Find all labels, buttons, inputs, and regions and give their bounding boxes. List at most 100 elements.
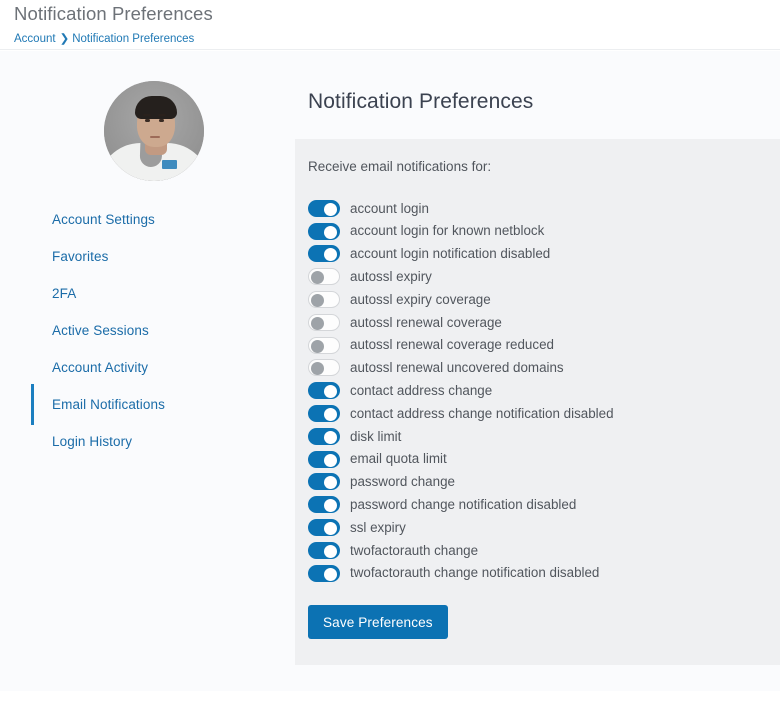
toggle-label: twofactorauth change notification disabl…: [350, 565, 600, 581]
avatar-hair: [135, 96, 177, 119]
sidebar-item-label: Account Activity: [52, 360, 149, 375]
toggle-label: contact address change: [350, 383, 493, 399]
sidebar-nav-list: Account Settings Favorites 2FA Active Se…: [0, 201, 294, 460]
sidebar-item-account-activity[interactable]: Account Activity: [0, 349, 294, 386]
notification-toggle-row[interactable]: password change notification disabled: [308, 493, 780, 516]
toggle-switch[interactable]: [308, 199, 340, 217]
save-preferences-button[interactable]: Save Preferences: [308, 605, 448, 639]
toggle-label: account login for known netblock: [350, 223, 545, 239]
notification-toggle-row[interactable]: autossl renewal uncovered domains: [308, 357, 780, 380]
notification-toggle-list: account login account login for known net…: [308, 197, 780, 585]
toggle-switch[interactable]: [308, 336, 340, 354]
sidebar-item-label: 2FA: [52, 286, 77, 301]
toggle-label: account login notification disabled: [350, 246, 551, 262]
sidebar-item-login-history[interactable]: Login History: [0, 423, 294, 460]
toggle-label: disk limit: [350, 428, 402, 444]
toggle-switch[interactable]: [308, 313, 340, 331]
sidebar: Account Settings Favorites 2FA Active Se…: [0, 51, 294, 691]
toggle-knob: [324, 499, 337, 513]
main-panel-column: Notification Preferences Receive email n…: [294, 51, 780, 691]
toggle-switch[interactable]: [308, 291, 340, 309]
breadcrumb-link-account[interactable]: Account: [14, 33, 56, 45]
toggle-switch[interactable]: [308, 222, 340, 240]
toggle-switch[interactable]: [308, 427, 340, 445]
toggle-knob: [324, 248, 337, 262]
toggle-label: ssl expiry: [350, 519, 406, 535]
notification-toggle-row[interactable]: autossl expiry coverage: [308, 288, 780, 311]
toggle-label: autossl expiry: [350, 269, 432, 285]
toggle-label: password change: [350, 474, 455, 490]
breadcrumb-separator-icon: ❯: [59, 33, 70, 45]
avatar-shirt-logo: [162, 160, 177, 169]
notification-toggle-row[interactable]: twofactorauth change: [308, 539, 780, 562]
toggle-label: autossl expiry coverage: [350, 291, 491, 307]
toggle-knob: [324, 430, 337, 444]
breadcrumb-current: Notification Preferences: [72, 33, 195, 45]
notification-preferences-panel: Receive email notifications for: account…: [295, 139, 780, 665]
sidebar-item-active-sessions[interactable]: Active Sessions: [0, 312, 294, 349]
toggle-switch[interactable]: [308, 359, 340, 377]
toggle-knob: [324, 202, 337, 216]
notification-toggle-row[interactable]: email quota limit: [308, 448, 780, 471]
notification-toggle-row[interactable]: contact address change: [308, 379, 780, 402]
toggle-label: account login: [350, 200, 429, 216]
toggle-switch[interactable]: [308, 405, 340, 423]
sidebar-item-label: Account Settings: [52, 212, 155, 227]
toggle-label: autossl renewal coverage reduced: [350, 337, 554, 353]
breadcrumb: Account ❯ Notification Preferences: [14, 31, 194, 45]
toggle-knob: [311, 362, 324, 376]
toggle-switch[interactable]: [308, 496, 340, 514]
toggle-switch[interactable]: [308, 564, 340, 582]
toggle-label: autossl renewal uncovered domains: [350, 360, 564, 376]
sidebar-item-2fa[interactable]: 2FA: [0, 275, 294, 312]
toggle-switch[interactable]: [308, 519, 340, 537]
toggle-knob: [311, 339, 324, 353]
content-area: Account Settings Favorites 2FA Active Se…: [0, 51, 780, 691]
toggle-label: twofactorauth change: [350, 542, 479, 558]
sidebar-item-label: Active Sessions: [52, 323, 149, 338]
sidebar-item-label: Email Notifications: [52, 397, 165, 412]
notification-toggle-row[interactable]: account login: [308, 197, 780, 220]
notification-toggle-row[interactable]: account login notification disabled: [308, 243, 780, 266]
toggle-switch[interactable]: [308, 450, 340, 468]
notification-toggle-row[interactable]: account login for known netblock: [308, 220, 780, 243]
toggle-label: contact address change notification disa…: [350, 405, 614, 421]
sidebar-item-email-notifications[interactable]: Email Notifications: [0, 384, 294, 425]
avatar-image: [104, 81, 204, 181]
toggle-knob: [324, 476, 337, 490]
toggle-switch[interactable]: [308, 473, 340, 491]
page-bottom-strip: [0, 691, 780, 711]
toggle-switch[interactable]: [308, 541, 340, 559]
notification-toggle-row[interactable]: twofactorauth change notification disabl…: [308, 562, 780, 585]
notification-toggle-row[interactable]: contact address change notification disa…: [308, 402, 780, 425]
toggle-knob: [324, 225, 337, 239]
toggle-knob: [311, 294, 324, 308]
notification-toggle-row[interactable]: autossl expiry: [308, 265, 780, 288]
notification-toggle-row[interactable]: autossl renewal coverage reduced: [308, 334, 780, 357]
sidebar-item-label: Favorites: [52, 249, 109, 264]
notification-toggle-row[interactable]: password change: [308, 471, 780, 494]
toggle-knob: [324, 385, 337, 399]
toggle-switch[interactable]: [308, 382, 340, 400]
toggle-knob: [324, 567, 337, 581]
toggle-knob: [324, 544, 337, 558]
notification-toggle-row[interactable]: disk limit: [308, 425, 780, 448]
avatar-mouth: [150, 136, 160, 138]
toggle-knob: [311, 271, 324, 285]
notification-toggle-row[interactable]: ssl expiry: [308, 516, 780, 539]
avatar-eye-left: [145, 119, 150, 122]
avatar-eye-right: [159, 119, 164, 122]
notification-toggle-row[interactable]: autossl renewal coverage: [308, 311, 780, 334]
avatar-eyebrow-left: [143, 114, 151, 116]
toggle-switch[interactable]: [308, 245, 340, 263]
toggle-knob: [311, 316, 324, 330]
sidebar-item-favorites[interactable]: Favorites: [0, 238, 294, 275]
avatar[interactable]: [104, 81, 204, 181]
toggle-knob: [324, 453, 337, 467]
panel-lead-text: Receive email notifications for:: [308, 159, 492, 174]
sidebar-item-account-settings[interactable]: Account Settings: [0, 201, 294, 238]
toggle-knob: [324, 408, 337, 422]
sidebar-item-label: Login History: [52, 434, 133, 449]
toggle-label: autossl renewal coverage: [350, 314, 502, 330]
toggle-switch[interactable]: [308, 268, 340, 286]
